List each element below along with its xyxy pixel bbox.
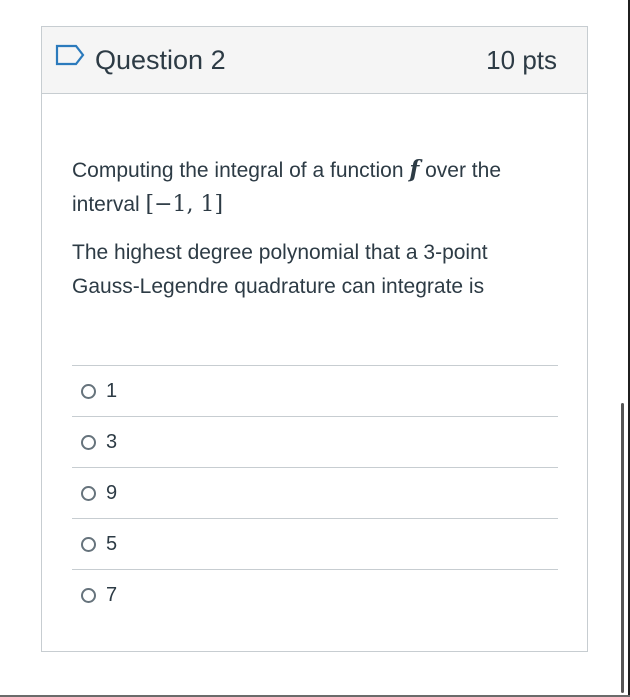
function-symbol: f <box>409 156 420 183</box>
answer-option[interactable]: 7 <box>72 569 558 620</box>
answer-option[interactable]: 5 <box>72 518 558 569</box>
answer-list: 1 3 9 5 7 <box>72 365 558 620</box>
radio-button[interactable] <box>81 536 96 552</box>
scrollbar-thumb[interactable] <box>621 403 624 693</box>
quiz-page: Question 2 10 pts Computing the integral… <box>0 0 630 697</box>
question-card: Question 2 10 pts Computing the integral… <box>41 26 588 652</box>
prompt-paragraph-2: The highest degree polynomial that a 3-p… <box>72 241 488 298</box>
question-title: Question 2 <box>95 45 226 75</box>
answer-option[interactable]: 9 <box>72 467 558 518</box>
answer-label: 5 <box>106 533 118 555</box>
prompt-paragraph-1: Computing the integral of a function f o… <box>72 153 560 222</box>
interval-expression: [−1, 1] <box>145 192 224 217</box>
question-text: Computing the integral of a function f o… <box>72 153 560 318</box>
question-header: Question 2 10 pts <box>42 27 587 94</box>
radio-button[interactable] <box>81 434 96 450</box>
radio-button[interactable] <box>81 587 96 603</box>
answer-label: 1 <box>106 380 118 402</box>
question-points: 10 pts <box>486 45 557 75</box>
answer-label: 3 <box>106 431 118 453</box>
prompt-text-1: Computing the integral of a function <box>72 159 410 182</box>
radio-button[interactable] <box>81 383 96 399</box>
answer-label: 7 <box>106 584 118 606</box>
radio-button[interactable] <box>81 485 96 501</box>
answer-option[interactable]: 3 <box>72 416 558 467</box>
answer-option[interactable]: 1 <box>72 365 558 416</box>
flag-outline-icon[interactable] <box>55 44 85 66</box>
answer-label: 9 <box>106 482 118 504</box>
